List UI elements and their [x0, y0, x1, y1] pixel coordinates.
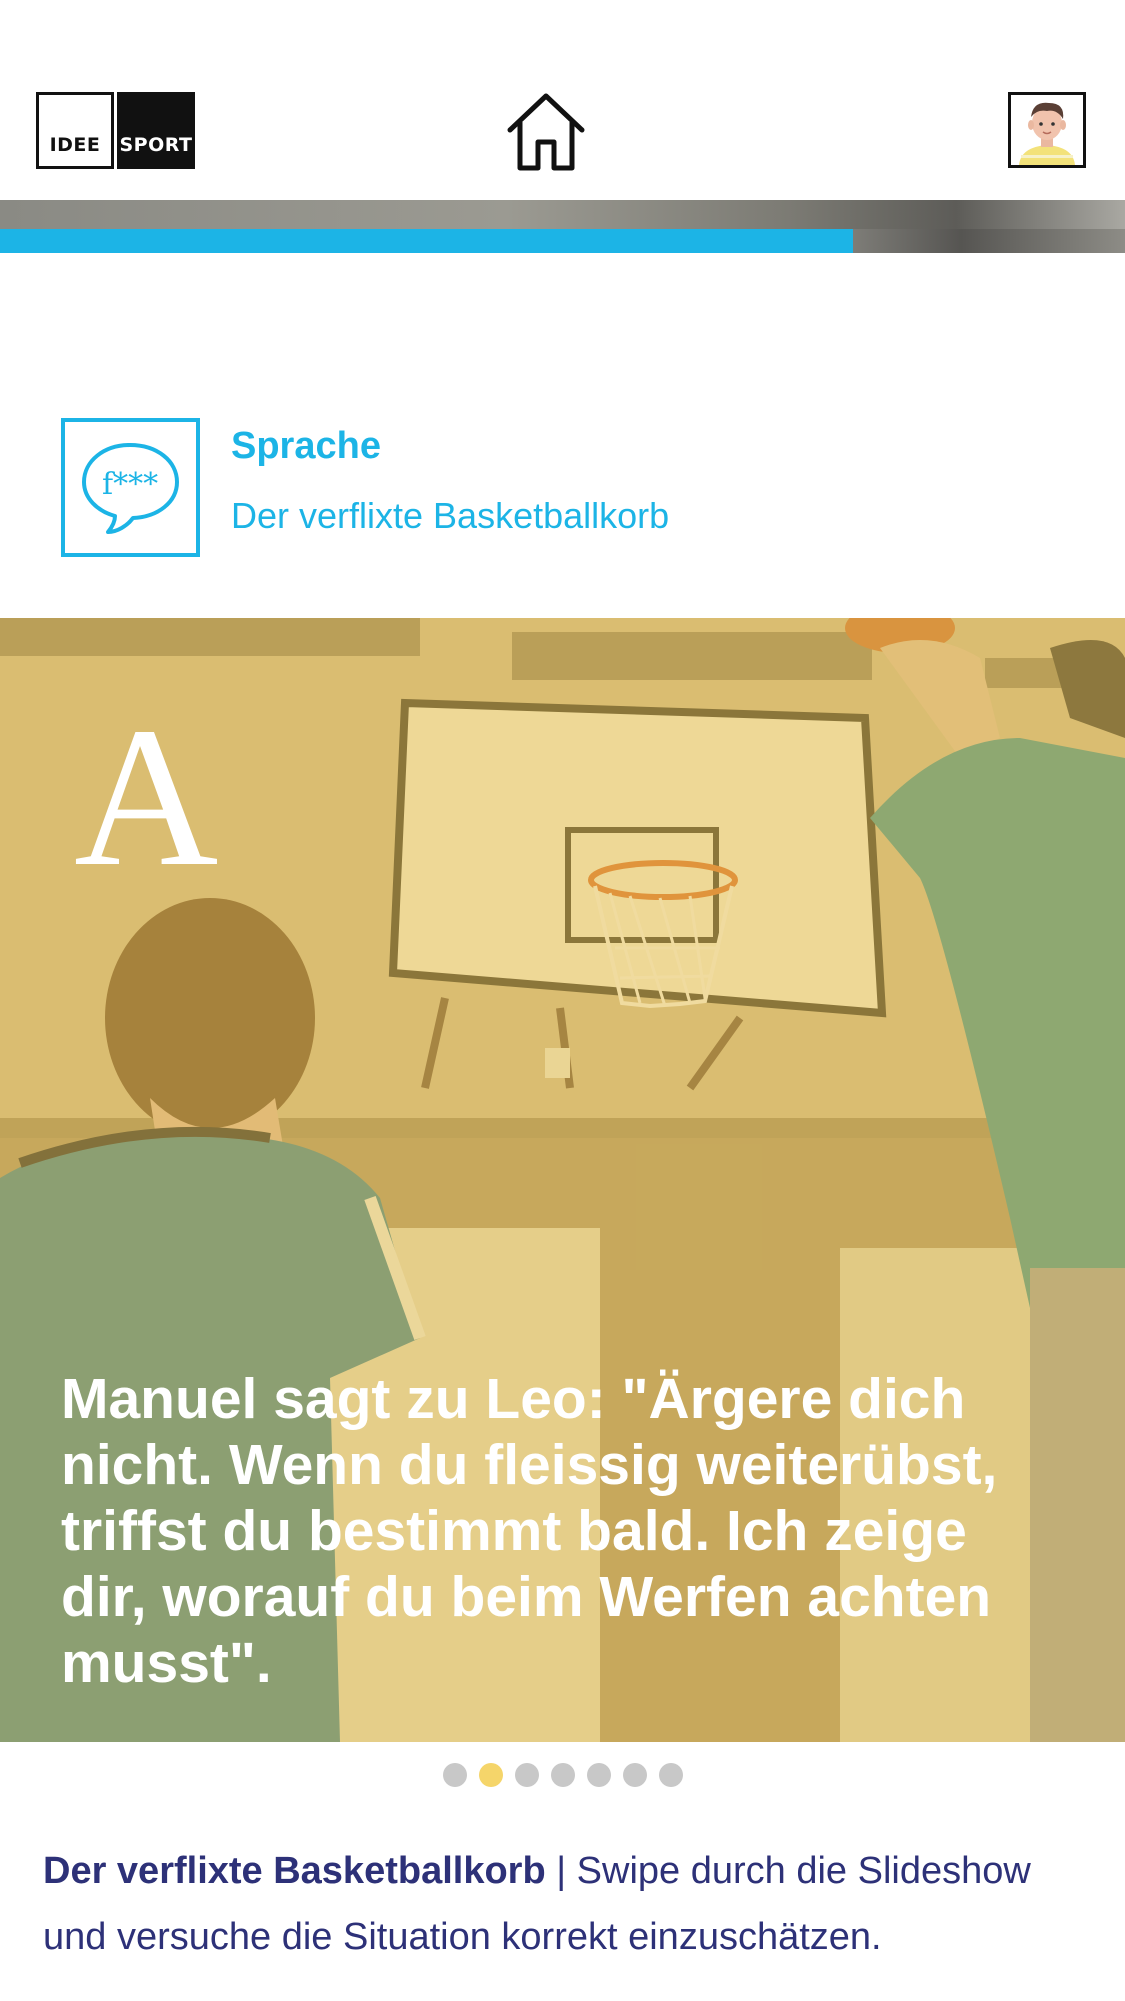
- progress-band: [0, 200, 1125, 253]
- logo-idee-text: IDEE: [36, 92, 114, 169]
- pagination-dot[interactable]: [658, 1763, 683, 1787]
- app-header: IDEE SPORT: [0, 0, 1125, 200]
- pagination-dot[interactable]: [442, 1763, 467, 1787]
- profile-avatar-button[interactable]: [1008, 92, 1086, 168]
- pagination-dot[interactable]: [550, 1763, 575, 1787]
- caption-separator: |: [556, 1850, 567, 1892]
- slideshow-caption: Der verflixte Basketballkorb | Swipe dur…: [43, 1838, 1093, 1970]
- slide-statement-text: Manuel sagt zu Leo: "Ärgere dich nicht. …: [61, 1367, 998, 1695]
- pagination-dot[interactable]: [586, 1763, 611, 1787]
- avatar-icon: [1011, 95, 1083, 165]
- slideshow-slide[interactable]: A Manuel sagt zu Leo: "Ärgere dich nicht…: [0, 618, 1125, 1742]
- slide-option-letter: A: [74, 687, 219, 908]
- speech-bubble-category-icon: f***: [61, 418, 200, 557]
- progress-bar-fill: [0, 229, 853, 253]
- idee-sport-logo[interactable]: IDEE SPORT: [36, 92, 195, 169]
- caption-title: Der verflixte Basketballkorb: [43, 1850, 546, 1892]
- home-button[interactable]: [504, 90, 588, 174]
- logo-sport-text: SPORT: [117, 92, 195, 169]
- category-title: Sprache: [231, 425, 381, 467]
- speech-bubble-icon-text: f***: [102, 467, 158, 502]
- speech-bubble-icon: f***: [82, 443, 179, 534]
- progress-track: [852, 229, 1125, 253]
- pagination-dot[interactable]: [622, 1763, 647, 1787]
- pagination-dot-active[interactable]: [478, 1763, 503, 1787]
- slideshow-pagination: [0, 1763, 1125, 1787]
- home-icon: [507, 93, 585, 171]
- pagination-dot[interactable]: [514, 1763, 539, 1787]
- category-subtitle: Der verflixte Basketballkorb: [231, 495, 670, 536]
